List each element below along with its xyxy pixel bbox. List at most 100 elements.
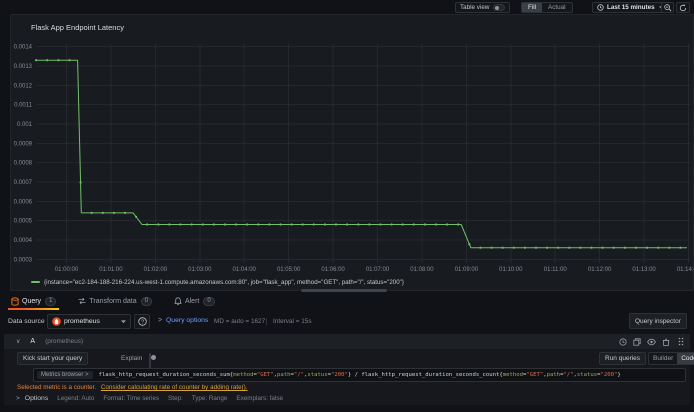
trash-icon[interactable] <box>662 338 670 346</box>
fill-actual-group: Fill Actual <box>521 2 573 13</box>
run-queries-button[interactable]: Run queries <box>599 352 647 365</box>
y-axis-tick-label: 0.0003 <box>14 257 33 263</box>
series-point <box>334 223 338 226</box>
series-point <box>468 243 471 246</box>
query-options-link[interactable]: Query options <box>166 317 208 324</box>
query-segment-metric: flask_http_request_duration_seconds_sum <box>98 372 230 378</box>
series-point <box>90 211 93 214</box>
query-options-chevron-icon[interactable]: > <box>158 317 162 324</box>
datasource-help-button[interactable]: ? <box>134 314 150 329</box>
series-point <box>323 223 326 226</box>
series-point <box>434 223 438 226</box>
code-button[interactable]: Code <box>677 353 694 364</box>
options-summary: Legend: Auto Format: Time series Step: Type… <box>57 395 292 402</box>
query-row-header[interactable]: ∨ A (prometheus) <box>4 334 690 349</box>
series-point <box>57 59 60 62</box>
options-row[interactable]: > Options Legend: Auto Format: Time serie… <box>16 393 292 403</box>
query-segment-string: "GET" <box>526 372 544 378</box>
series-point <box>68 59 71 62</box>
series-point <box>623 246 626 249</box>
zoom-out-button[interactable] <box>661 2 674 13</box>
series-point <box>612 246 615 249</box>
series-point <box>290 223 293 226</box>
series-point <box>668 246 671 249</box>
topbar: Table view Fill Actual Last 15 minutes <box>0 0 694 14</box>
x-axis-tick-label: 01:06:00 <box>321 267 345 273</box>
series-point <box>357 223 360 226</box>
transform-icon <box>78 297 86 305</box>
tab-alert-count: 0 <box>203 296 215 306</box>
query-editor-card: ∨ A (prometheus) Kick start your query E… <box>4 334 694 405</box>
collapse-chevron-icon[interactable]: ∨ <box>16 338 20 345</box>
refresh-button[interactable] <box>676 2 690 13</box>
table-view-label: Table view <box>460 4 490 11</box>
series-point <box>657 246 660 249</box>
actual-button[interactable]: Actual <box>542 4 572 11</box>
drag-handle-icon[interactable] <box>678 337 684 346</box>
metrics-browser-button[interactable]: Metrics browser > <box>37 371 93 379</box>
query-segment-punct: } <box>617 372 621 378</box>
query-datasource-hint: (prometheus) <box>45 338 84 345</box>
x-axis-tick-label: 01:14:00 <box>677 267 694 273</box>
query-segment-label: path <box>546 372 561 378</box>
history-icon[interactable] <box>619 337 627 346</box>
chevron-down-icon <box>121 319 126 323</box>
x-axis-tick-label: 01:10:00 <box>499 267 523 273</box>
kick-start-query-label: Kick start your query <box>23 355 83 362</box>
x-axis-tick-label: 01:09:00 <box>455 267 479 273</box>
warning-text: Selected metric is a counter. <box>17 384 97 391</box>
tab-alert[interactable]: Alert 0 <box>171 292 218 310</box>
series-point <box>446 223 449 226</box>
series-point <box>46 59 49 62</box>
datasource-picker[interactable]: prometheus <box>47 314 131 329</box>
series-point <box>168 223 171 226</box>
fill-button[interactable]: Fill <box>522 3 543 12</box>
kick-start-query-button[interactable]: Kick start your query <box>17 352 89 365</box>
bell-icon <box>174 296 182 305</box>
tab-query-count: 1 <box>45 296 57 306</box>
query-inspector-button[interactable]: Query inspector <box>629 313 687 329</box>
datasource-selected: prometheus <box>64 318 100 325</box>
option-summary-item: Exemplars: false <box>236 394 283 402</box>
tab-transform-count: 0 <box>140 296 152 306</box>
query-options-summary: MD = auto = 1627 <box>214 318 266 325</box>
eye-icon[interactable] <box>647 338 656 346</box>
x-axis-tick-label: 01:03:00 <box>188 267 212 273</box>
warning-rate-link[interactable]: Consider calculating rate of counter by … <box>101 384 248 391</box>
latency-panel: Flask App Endpoint Latency 0.0014 0.0013 0… <box>10 14 694 292</box>
series-point <box>534 246 538 249</box>
legend-series-label[interactable]: {instance="ec2-184-188-216-224.us-west-1… <box>44 279 404 286</box>
y-axis-tick-label: 0.0012 <box>14 83 33 89</box>
time-range-picker[interactable]: Last 15 minutes <box>592 2 669 13</box>
tab-transform-data[interactable]: Transform data 0 <box>75 292 155 310</box>
query-segment-string: "GET" <box>256 372 274 378</box>
query-inspector-label: Query inspector <box>635 317 681 325</box>
run-queries-label: Run queries <box>605 355 641 362</box>
series-point <box>279 223 282 226</box>
series-point <box>79 181 82 184</box>
series-point <box>568 246 571 249</box>
duplicate-icon[interactable] <box>633 337 641 346</box>
option-summary-item: Format: Time series <box>103 394 159 402</box>
series-point <box>123 211 127 214</box>
series-point <box>546 246 549 249</box>
table-view-toggle[interactable] <box>493 4 506 11</box>
query-segment-label: method <box>233 372 254 378</box>
tab-query[interactable]: Query 1 <box>8 292 60 310</box>
series-point <box>379 223 382 226</box>
query-segment-label: status <box>576 372 598 378</box>
series-point <box>412 223 415 226</box>
clock-icon <box>597 4 604 11</box>
zoom-out-icon <box>663 3 671 11</box>
refresh-icon <box>679 3 687 11</box>
latency-chart: 0.0014 0.0013 0.0012 0.0011 0.001 0.0009 0.000… <box>14 44 694 273</box>
builder-button[interactable]: Builder <box>649 355 677 362</box>
promql-query-text[interactable]: flask_http_request_duration_seconds_sum{… <box>99 372 621 378</box>
series-point <box>590 246 593 249</box>
series-point <box>190 223 193 226</box>
query-ref-id: A <box>30 338 36 345</box>
series-point <box>157 223 160 226</box>
datasource-bar: Data source prometheus ? > Query options… <box>0 311 694 333</box>
y-axis-tick-label: 0.0013 <box>14 64 33 70</box>
query-code-input[interactable]: Metrics browser > flask_http_request_dur… <box>33 368 686 382</box>
